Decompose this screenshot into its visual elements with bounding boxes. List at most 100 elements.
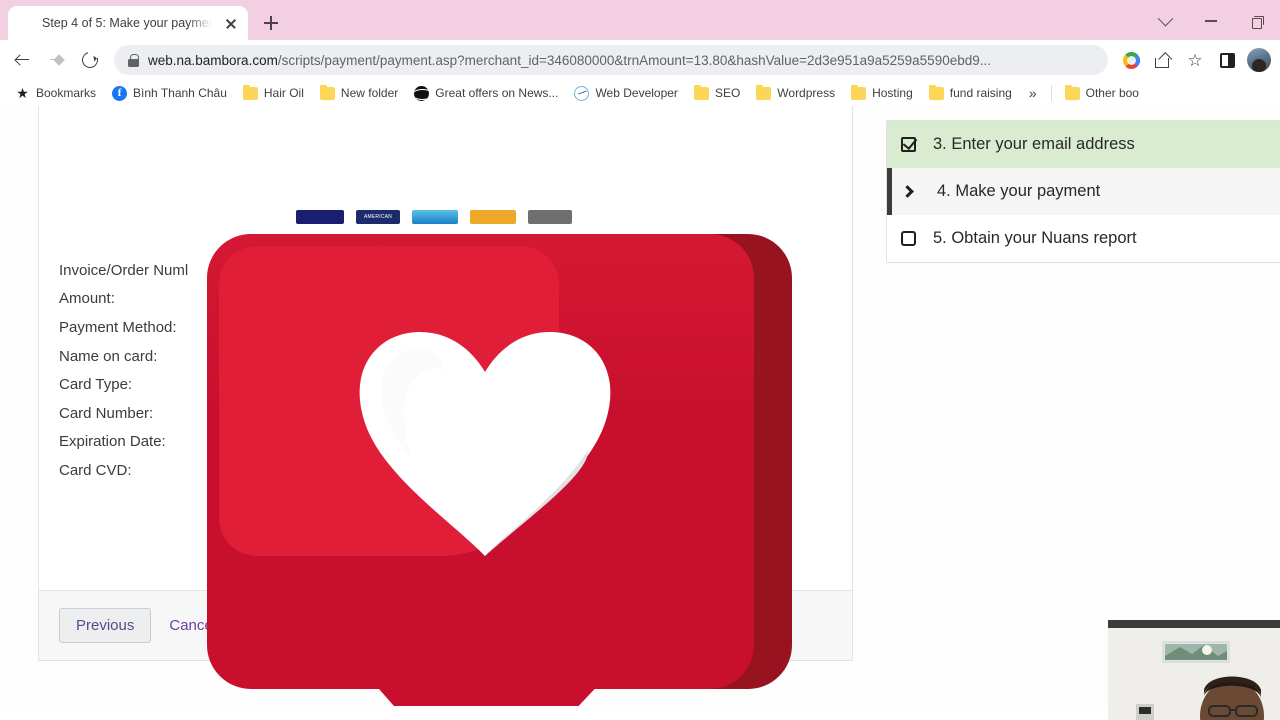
payment-form-card: AMERICAN EXPRESS Invoice/Order Numl Amou… bbox=[38, 106, 853, 661]
field-row: Card Number: bbox=[59, 399, 579, 428]
folder-icon bbox=[851, 84, 867, 100]
address-bar[interactable]: web.na.bambora.com/scripts/payment/payme… bbox=[114, 45, 1108, 75]
bookmark-item[interactable]: Great offers on News... bbox=[407, 83, 565, 104]
bookmark-item[interactable]: Hosting bbox=[844, 83, 920, 103]
maple-leaf-icon bbox=[18, 15, 34, 31]
bookmark-item[interactable]: SEO bbox=[687, 83, 747, 103]
accepted-card-logos: AMERICAN EXPRESS bbox=[296, 210, 572, 234]
step-item-3[interactable]: 3. Enter your email address bbox=[887, 121, 1280, 168]
field-row: Payment Method: bbox=[59, 313, 579, 342]
bookmark-item[interactable]: fund raising bbox=[922, 83, 1019, 103]
steps-panel: 3. Enter your email address 4. Make your… bbox=[886, 120, 1280, 263]
forward-arrow-icon[interactable] bbox=[40, 44, 72, 76]
step-item-5[interactable]: 5. Obtain your Nuans report bbox=[887, 215, 1280, 262]
browser-tab[interactable]: Step 4 of 5: Make your payment - O bbox=[8, 6, 248, 40]
folder-icon bbox=[928, 84, 944, 100]
window-controls bbox=[1142, 2, 1280, 40]
bookmark-item[interactable]: f Bình Thanh Châu bbox=[105, 83, 234, 104]
facebook-icon: f bbox=[112, 85, 128, 101]
tab-strip: Step 4 of 5: Make your payment - O bbox=[0, 0, 1280, 40]
previous-button[interactable]: Previous bbox=[59, 608, 152, 643]
payment-form-body: AMERICAN EXPRESS Invoice/Order Numl Amou… bbox=[39, 106, 852, 590]
bookmark-label: New folder bbox=[340, 86, 399, 100]
star-glyph: ☆ bbox=[1187, 50, 1203, 70]
field-row: Name on card: bbox=[59, 342, 579, 371]
close-icon[interactable] bbox=[220, 12, 242, 34]
tab-title: Step 4 of 5: Make your payment - O bbox=[42, 16, 212, 30]
checked-checkbox-icon bbox=[897, 137, 919, 152]
folder-icon bbox=[242, 84, 258, 100]
lock-icon bbox=[128, 53, 139, 67]
webcam-overlay bbox=[1108, 620, 1280, 720]
bookmark-label: Bookmarks bbox=[36, 86, 97, 100]
mastercard-logo bbox=[470, 210, 516, 224]
page-viewport: AMERICAN EXPRESS Invoice/Order Numl Amou… bbox=[0, 106, 1280, 706]
globe-icon bbox=[414, 85, 430, 101]
field-label-card-number: Card Number: bbox=[59, 404, 154, 422]
step-item-4[interactable]: 4. Make your payment bbox=[887, 168, 1280, 215]
bookmark-label: Wordpress bbox=[777, 86, 836, 100]
divider bbox=[1050, 85, 1052, 101]
chevron-right-icon bbox=[897, 185, 919, 198]
bookmarks-bar: ★ Bookmarks f Bình Thanh Châu Hair Oil N… bbox=[0, 80, 1280, 106]
tab-search-chevron-icon[interactable] bbox=[1142, 5, 1188, 37]
step-label: 4. Make your payment bbox=[937, 182, 1101, 200]
field-row: Invoice/Order Numl bbox=[59, 256, 579, 285]
other-bookmarks-label: Other boo bbox=[1085, 86, 1139, 100]
field-label-payment-method: Payment Method: bbox=[59, 318, 177, 336]
field-row: Card Type: bbox=[59, 370, 579, 399]
bookmark-item[interactable]: Web Developer bbox=[567, 83, 685, 104]
field-row: Amount: bbox=[59, 285, 579, 314]
folder-icon bbox=[693, 84, 709, 100]
step-label: 5. Obtain your Nuans report bbox=[933, 229, 1137, 247]
field-label-card-type: Card Type: bbox=[59, 376, 133, 394]
folder-icon bbox=[319, 84, 335, 100]
empty-checkbox-icon bbox=[897, 231, 919, 246]
debit-logo bbox=[412, 210, 458, 224]
bookmark-label: Great offers on News... bbox=[435, 86, 559, 100]
minimize-icon[interactable] bbox=[1188, 5, 1234, 37]
new-tab-button[interactable] bbox=[256, 8, 286, 38]
field-row: Expiration Date: bbox=[59, 428, 579, 457]
bookmark-label: Bình Thanh Châu bbox=[133, 86, 227, 100]
field-row: Card CVD: bbox=[59, 456, 579, 485]
folder-icon bbox=[1064, 84, 1080, 100]
browser-toolbar: web.na.bambora.com/scripts/payment/payme… bbox=[0, 40, 1280, 80]
url-host: web.na.bambora.com bbox=[148, 52, 278, 68]
other-bookmarks-button[interactable]: Other boo bbox=[1058, 83, 1146, 103]
field-label-invoice: Invoice/Order Numl bbox=[59, 261, 189, 279]
bookmark-label: Hair Oil bbox=[263, 86, 304, 100]
cancel-link[interactable]: Cancel bbox=[169, 617, 216, 634]
profile-avatar[interactable] bbox=[1244, 45, 1274, 75]
star-icon: ★ bbox=[16, 84, 29, 101]
field-label-name-on-card: Name on card: bbox=[59, 347, 158, 365]
bookmark-item[interactable]: ★ Bookmarks bbox=[8, 83, 103, 104]
url-path: /scripts/payment/payment.asp?merchant_id… bbox=[277, 52, 991, 68]
bookmark-star-icon[interactable]: ☆ bbox=[1180, 45, 1210, 75]
field-label-expiration-date: Expiration Date: bbox=[59, 433, 166, 451]
visa-logo bbox=[296, 210, 344, 224]
field-label-card-cvd: Card CVD: bbox=[59, 461, 132, 479]
bookmark-item[interactable]: Wordpress bbox=[749, 83, 842, 103]
restore-icon[interactable] bbox=[1234, 5, 1280, 37]
browser-window: Step 4 of 5: Make your payment - O web.n… bbox=[0, 0, 1280, 720]
bookmark-item[interactable]: Hair Oil bbox=[236, 83, 311, 103]
bookmark-item[interactable]: New folder bbox=[313, 83, 405, 103]
bookmark-label: Web Developer bbox=[595, 86, 678, 100]
side-panel-icon[interactable] bbox=[1212, 45, 1242, 75]
back-arrow-icon[interactable] bbox=[6, 44, 38, 76]
step-label: 3. Enter your email address bbox=[933, 135, 1135, 153]
google-icon[interactable] bbox=[1116, 45, 1146, 75]
folder-icon bbox=[756, 84, 772, 100]
url-text: web.na.bambora.com/scripts/payment/payme… bbox=[148, 53, 1098, 68]
payment-field-list: Invoice/Order Numl Amount: Payment Metho… bbox=[59, 256, 579, 485]
bookmarks-overflow-button[interactable]: » bbox=[1021, 83, 1045, 103]
bookmark-label: Hosting bbox=[872, 86, 913, 100]
field-label-amount: Amount: bbox=[59, 290, 115, 308]
discover-logo bbox=[528, 210, 572, 224]
bookmark-label: SEO bbox=[714, 86, 741, 100]
amex-logo: AMERICAN EXPRESS bbox=[356, 210, 400, 234]
bookmark-label: fund raising bbox=[949, 86, 1012, 100]
reload-icon[interactable] bbox=[74, 44, 106, 76]
share-icon[interactable] bbox=[1148, 45, 1178, 75]
